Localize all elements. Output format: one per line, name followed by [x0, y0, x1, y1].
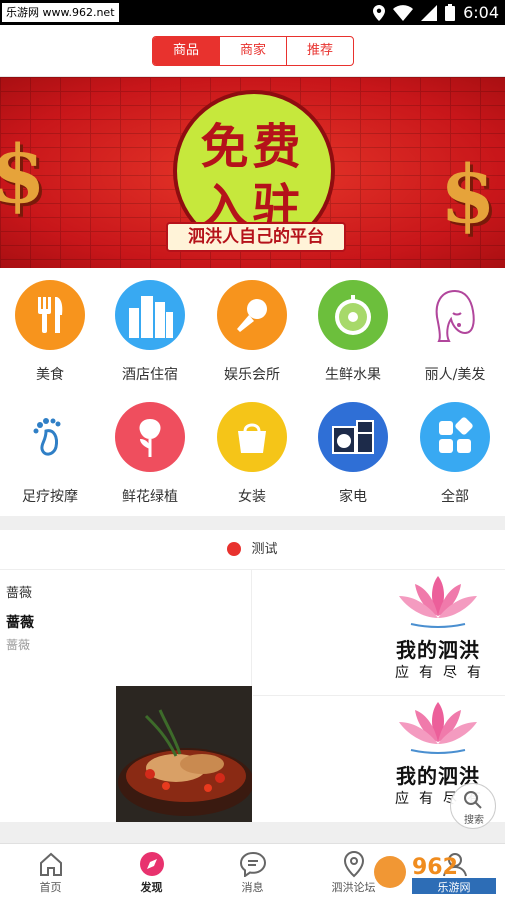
category-flowers[interactable]: 鲜花绿植: [100, 402, 200, 506]
brand-logo: 我的泗洪 应有尽有: [379, 574, 497, 686]
buildings-icon: [115, 280, 185, 350]
brand-name: 我的泗洪: [396, 638, 480, 662]
rose-icon: [115, 402, 185, 472]
nav-label: 消息: [241, 881, 264, 894]
footprint-icon: [15, 402, 85, 472]
signal-icon: [421, 4, 438, 21]
kiwi-icon: [318, 280, 388, 350]
category-fresh-fruit[interactable]: 生鲜水果: [303, 280, 403, 384]
category-label: 女装: [238, 489, 266, 505]
category-label: 酒店住宿: [122, 367, 178, 383]
wifi-icon: [393, 4, 414, 21]
nav-discover[interactable]: 发现: [101, 844, 202, 900]
nav-messages[interactable]: 消息: [202, 844, 303, 900]
home-icon: [39, 852, 62, 876]
category-label: 丽人/美发: [424, 367, 486, 383]
site-watermark: 962 乐游网: [374, 855, 496, 894]
category-all[interactable]: 全部: [405, 402, 505, 506]
card-description: 蔷薇: [6, 638, 31, 652]
category-label: 鲜花绿植: [122, 489, 178, 505]
brand-tagline: 应有尽有: [395, 665, 491, 681]
battery-icon: [445, 4, 456, 21]
location-icon: [373, 4, 386, 21]
category-entertainment[interactable]: 娱乐会所: [202, 280, 302, 384]
lotus-icon: [399, 702, 477, 754]
tab-products[interactable]: 商品: [153, 37, 219, 65]
banner-slogan: 泗洪人自己的平台: [166, 222, 346, 252]
section-divider: [0, 516, 505, 530]
search-button[interactable]: 搜索: [450, 783, 496, 829]
category-beauty[interactable]: 丽人/美发: [405, 280, 505, 384]
watermark-small: 乐游网: [438, 881, 471, 894]
status-bar: 乐游网 www.962.net 6:04: [0, 0, 505, 25]
shopping-bag-icon: [217, 402, 287, 472]
section-header: 测试: [0, 530, 505, 570]
category-grid: 美食 酒店住宿 娱乐会所 生鲜水果 丽人/美发 足疗按摩 鲜花绿植 女装 家电 …: [0, 268, 505, 516]
category-label: 娱乐会所: [224, 367, 280, 383]
section-divider: [0, 822, 505, 843]
search-icon: [464, 791, 482, 809]
search-label: 搜索: [464, 815, 484, 826]
nav-label: 发现: [140, 881, 163, 894]
category-food[interactable]: 美食: [0, 280, 100, 384]
compass-icon: [139, 852, 164, 876]
top-tab-bar: 商品 商家 推荐: [0, 25, 505, 77]
product-card[interactable]: 蔷薇 蔷薇 蔷薇: [0, 570, 252, 822]
tab-recommend[interactable]: 推荐: [286, 37, 353, 65]
tab-merchants[interactable]: 商家: [219, 37, 286, 65]
nav-label: 首页: [39, 881, 62, 894]
segmented-control: 商品 商家 推荐: [152, 36, 354, 66]
message-icon: [239, 851, 266, 877]
category-label: 足疗按摩: [22, 489, 78, 505]
nav-home[interactable]: 首页: [0, 844, 101, 900]
location-pin-icon: [343, 850, 364, 878]
appliance-icon: [318, 402, 388, 472]
category-label: 美食: [36, 367, 64, 383]
watermark-label: 乐游网 www.962.net: [2, 3, 119, 22]
watermark-big: 962: [412, 855, 458, 880]
lotus-icon: [399, 576, 477, 628]
heart-icon: [227, 541, 242, 556]
category-foot-massage[interactable]: 足疗按摩: [0, 402, 100, 506]
card-name: 蔷薇: [6, 615, 34, 631]
category-label: 家电: [339, 489, 367, 505]
fork-knife-icon: [15, 280, 85, 350]
food-image: [116, 686, 252, 822]
promo-banner[interactable]: $ $ 免费 入驻 泗洪人自己的平台: [0, 77, 505, 268]
section-title: 测试: [251, 542, 278, 557]
category-label: 全部: [441, 489, 469, 505]
category-appliances[interactable]: 家电: [303, 402, 403, 506]
category-womens-clothing[interactable]: 女装: [202, 402, 302, 506]
microphone-icon: [217, 280, 287, 350]
grid-squares-icon: [420, 402, 490, 472]
card-title: 蔷薇: [6, 586, 33, 601]
woman-face-icon: [420, 280, 490, 350]
category-label: 生鲜水果: [325, 367, 381, 383]
brand-card[interactable]: 我的泗洪 应有尽有: [253, 570, 505, 696]
clock: 6:04: [463, 3, 499, 22]
category-hotel[interactable]: 酒店住宿: [100, 280, 200, 384]
